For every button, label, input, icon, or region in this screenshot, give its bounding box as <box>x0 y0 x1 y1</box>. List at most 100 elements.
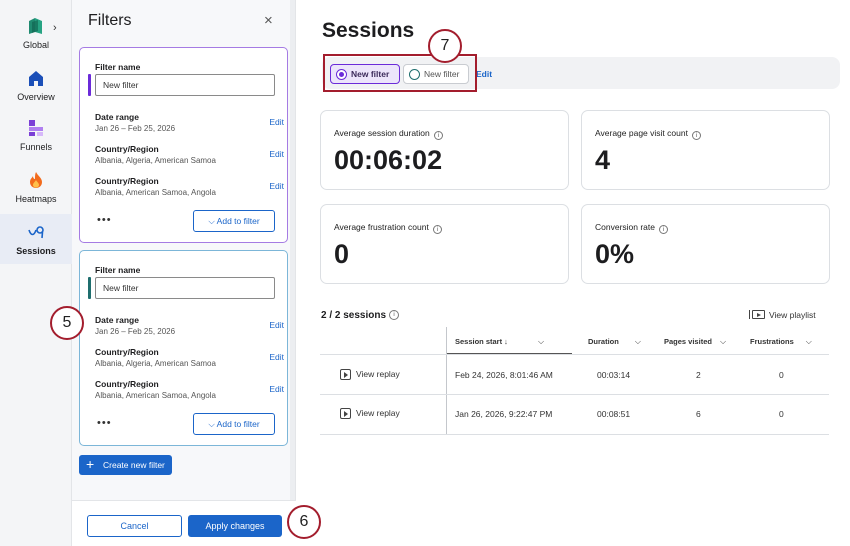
cell-session-start: Jan 26, 2026, 9:22:47 PM <box>455 409 553 419</box>
column-header-duration[interactable]: Duration ⌵ <box>588 337 641 347</box>
chevron-down-icon: ⌵ <box>208 216 215 226</box>
cell-pages-visited: 2 <box>696 370 701 380</box>
nav-label-funnels: Funnels <box>19 142 53 152</box>
metric-label: Average page visit count i <box>595 128 701 140</box>
create-new-filter-button[interactable]: + Create new filter <box>79 455 172 475</box>
cell-duration: 00:03:14 <box>597 370 631 380</box>
add-to-filter-label: Add to filter <box>216 419 260 429</box>
cell-duration: 00:08:51 <box>597 409 631 419</box>
more-options-icon[interactable]: ••• <box>97 417 112 429</box>
filter-card-2: Filter name Date range Jan 26 – Feb 25, … <box>79 250 288 446</box>
view-playlist-button[interactable]: View playlist <box>749 310 816 320</box>
metric-label-text: Conversion rate <box>595 222 656 232</box>
sessions-icon <box>28 226 44 239</box>
step-badge-6: 6 <box>287 505 321 539</box>
filter-row-country: Country/Region Albania, Algeria, America… <box>95 144 284 165</box>
segments-edit-link[interactable]: Edit <box>476 69 492 79</box>
column-header-frustrations[interactable]: Frustrations ⌵ <box>750 337 812 347</box>
filter-row-country: Country/Region Albania, American Samoa, … <box>95 176 284 197</box>
filter-row-title: Date range <box>95 112 139 122</box>
filter-row-title: Country/Region <box>95 379 159 389</box>
edit-link[interactable]: Edit <box>269 384 284 394</box>
column-header-session-start[interactable]: Session start ↓ ⌵ <box>455 337 544 347</box>
row-divider <box>320 394 829 395</box>
metric-label: Average frustration count i <box>334 222 442 234</box>
filter-row-value: Albania, Algeria, American Samoa <box>95 359 216 368</box>
edit-link[interactable]: Edit <box>269 117 284 127</box>
add-to-filter-button[interactable]: ⌵ Add to filter <box>193 413 275 435</box>
cell-frustrations: 0 <box>779 370 784 380</box>
view-playlist-label: View playlist <box>769 310 816 320</box>
nav-item-overview[interactable]: Overview <box>0 68 72 108</box>
table-header-border <box>320 354 829 355</box>
view-replay-label: View replay <box>356 369 400 379</box>
edit-link[interactable]: Edit <box>269 320 284 330</box>
info-icon[interactable]: i <box>389 310 399 320</box>
panel-scrollbar[interactable] <box>290 0 295 500</box>
metric-label: Average session duration i <box>334 128 443 140</box>
view-replay-label: View replay <box>356 408 400 418</box>
global-logo-icon <box>29 18 42 34</box>
filter-row-title: Country/Region <box>95 144 159 154</box>
filter-row-value: Albania, American Samoa, Angola <box>95 188 216 197</box>
filter-card-1: Filter name Date range Jan 26 – Feb 25, … <box>79 47 288 243</box>
play-icon <box>340 408 351 419</box>
metric-card-frustration-count: Average frustration count i 0 <box>320 204 569 284</box>
edit-link[interactable]: Edit <box>269 352 284 362</box>
add-to-filter-button[interactable]: ⌵ Add to filter <box>193 210 275 232</box>
create-new-filter-label: Create new filter <box>103 460 165 470</box>
filter-name-label: Filter name <box>95 62 141 72</box>
cancel-button[interactable]: Cancel <box>87 515 182 537</box>
metric-card-conversion-rate: Conversion rate i 0% <box>581 204 830 284</box>
column-divider <box>446 327 447 435</box>
metric-card-page-visit-count: Average page visit count i 4 <box>581 110 830 190</box>
more-options-icon[interactable]: ••• <box>97 214 112 226</box>
filter-color-marker <box>88 74 91 96</box>
edit-link[interactable]: Edit <box>269 149 284 159</box>
filter-row-title: Date range <box>95 315 139 325</box>
filter-row-date-range: Date range Jan 26 – Feb 25, 2026 Edit <box>95 315 284 336</box>
sessions-count: 2 / 2 sessions <box>321 310 387 321</box>
cell-pages-visited: 6 <box>696 409 701 419</box>
plus-icon: + <box>86 456 95 472</box>
metric-value: 0 <box>334 239 350 269</box>
nav-label-global: Global <box>22 40 49 50</box>
info-icon[interactable]: i <box>433 131 443 140</box>
nav-item-sessions[interactable]: Sessions <box>0 214 72 264</box>
left-nav: Global › Overview Funnels Heatmaps Sessi… <box>0 0 72 546</box>
filter-name-input[interactable] <box>95 74 275 96</box>
close-icon[interactable]: × <box>264 12 273 29</box>
filters-title: Filters <box>88 12 132 29</box>
metric-label-text: Average frustration count <box>334 222 429 232</box>
step-badge-5: 5 <box>50 306 84 340</box>
chevron-right-icon[interactable]: › <box>53 22 57 34</box>
funnel-icon <box>29 120 43 136</box>
edit-link[interactable]: Edit <box>269 181 284 191</box>
add-to-filter-label: Add to filter <box>216 216 260 226</box>
filter-row-title: Country/Region <box>95 347 159 357</box>
info-icon[interactable]: i <box>691 131 701 140</box>
filters-footer: Cancel Apply changes <box>72 500 296 546</box>
filters-panel: Filters × Filter name Date range Jan 26 … <box>72 0 296 546</box>
chevron-down-icon: ⌵ <box>805 337 812 346</box>
nav-item-heatmaps[interactable]: Heatmaps <box>0 170 72 210</box>
filter-color-marker <box>88 277 91 299</box>
column-header-label: Session start ↓ <box>455 337 508 346</box>
nav-item-global[interactable]: Global <box>0 16 72 56</box>
apply-changes-button[interactable]: Apply changes <box>188 515 282 537</box>
info-icon[interactable]: i <box>659 225 669 234</box>
info-icon[interactable]: i <box>432 225 442 234</box>
view-replay-button[interactable]: View replay <box>340 369 400 380</box>
metric-card-session-duration: Average session duration i 00:06:02 <box>320 110 569 190</box>
nav-label-overview: Overview <box>17 92 55 102</box>
column-header-label: Pages visited <box>664 337 712 346</box>
cell-session-start: Feb 24, 2026, 8:01:46 AM <box>455 370 553 380</box>
filter-row-date-range: Date range Jan 26 – Feb 25, 2026 Edit <box>95 112 284 133</box>
filter-name-input[interactable] <box>95 277 275 299</box>
nav-label-sessions: Sessions <box>16 246 56 256</box>
view-replay-button[interactable]: View replay <box>340 408 400 419</box>
column-header-pages-visited[interactable]: Pages visited ⌵ <box>664 337 726 347</box>
filter-name-label: Filter name <box>95 265 141 275</box>
metric-value: 0% <box>595 239 635 269</box>
nav-item-funnels[interactable]: Funnels <box>0 118 72 158</box>
